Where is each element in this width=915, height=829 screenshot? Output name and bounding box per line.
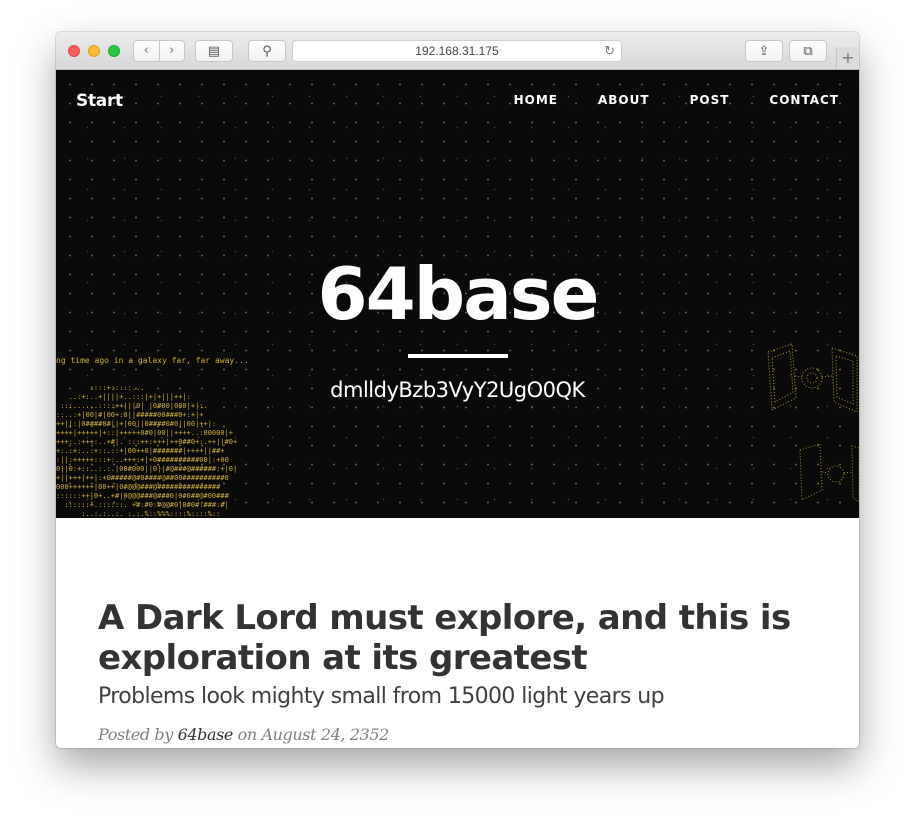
post-subtitle: Problems look mighty small from 15000 li… — [98, 684, 665, 709]
heading-divider — [408, 354, 508, 358]
show-tabs-button[interactable]: ⧉ — [789, 40, 827, 62]
site-heading: 64base — [317, 252, 599, 336]
url-text: 192.168.31.175 — [415, 44, 499, 58]
nav-about-link[interactable]: ABOUT — [598, 93, 650, 107]
address-bar[interactable]: 192.168.31.175 ↻ — [292, 40, 622, 62]
post-author-link[interactable]: 64base — [178, 725, 234, 744]
post-meta-on: on — [232, 725, 262, 744]
hero-header: Start HOME ABOUT POST CONTACT ng time ag… — [56, 70, 859, 518]
tie-fighter-icon — [799, 443, 859, 503]
back-button[interactable]: ‹ — [134, 41, 159, 61]
sidebar-toggle-button[interactable]: ▤ — [195, 40, 233, 62]
nav-post-link[interactable]: POST — [690, 93, 730, 107]
nav-home-link[interactable]: HOME — [514, 93, 558, 107]
opening-crawl-text: ng time ago in a galaxy far, far away... — [56, 356, 249, 365]
post-date: August 24, 2352 — [261, 725, 390, 744]
site-subheading: dmlldyBzb3VyY2UgO0QK — [330, 378, 585, 402]
extension-button[interactable]: ⚲ — [248, 40, 286, 62]
extension-icon: ⚲ — [262, 43, 272, 59]
tabs-icon: ⧉ — [803, 43, 813, 59]
post-meta-prefix: Posted by — [98, 725, 178, 744]
zoom-window-button[interactable] — [108, 45, 120, 57]
sidebar-icon: ▤ — [207, 43, 221, 59]
death-star-ascii-art: ::::+:::::... ..:+:..+||||+..:::|+|+|||+… — [56, 384, 238, 518]
close-window-button[interactable] — [68, 45, 80, 57]
new-tab-button[interactable]: + — [836, 47, 859, 69]
nav-contact-link[interactable]: CONTACT — [769, 93, 839, 107]
minimize-window-button[interactable] — [88, 45, 100, 57]
post-meta: Posted by 64base on August 24, 2352 — [98, 725, 389, 744]
main-nav: HOME ABOUT POST CONTACT — [474, 93, 839, 107]
forward-button[interactable]: › — [160, 41, 185, 61]
browser-toolbar: ‹ › ▤ ⚲ 192.168.31.175 ↻ ⇪ ⧉ + — [56, 32, 859, 70]
browser-window: ‹ › ▤ ⚲ 192.168.31.175 ↻ ⇪ ⧉ + Start HOM… — [56, 32, 859, 748]
share-button[interactable]: ⇪ — [745, 40, 783, 62]
reload-icon[interactable]: ↻ — [604, 43, 615, 59]
site-brand-link[interactable]: Start — [76, 91, 123, 111]
post-title-link[interactable]: A Dark Lord must explore, and this is ex… — [98, 598, 818, 678]
history-nav-group: ‹ › — [133, 40, 185, 62]
share-icon: ⇪ — [758, 43, 770, 59]
